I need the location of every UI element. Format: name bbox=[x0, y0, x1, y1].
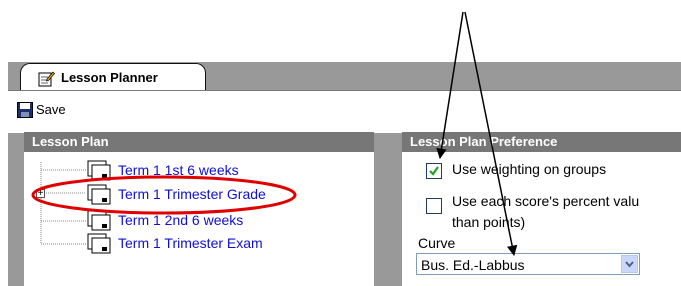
tree-item-term1-2nd-6-weeks[interactable]: Term 1 2nd 6 weeks bbox=[24, 210, 344, 231]
lesson-plan-preference-panel: Lesson Plan Preference Use weighting on … bbox=[402, 132, 681, 286]
document-stack-icon bbox=[87, 233, 111, 254]
save-label: Save bbox=[36, 102, 66, 117]
tree-item-term1-trimester-grade[interactable]: + Term 1 Trimester Grade bbox=[24, 184, 344, 205]
use-weighting-label: Use weighting on groups bbox=[452, 161, 607, 177]
use-weighting-checkbox[interactable] bbox=[426, 163, 442, 179]
lesson-plan-header: Lesson Plan bbox=[24, 132, 374, 152]
curve-select-value: Bus. Ed.-Labbus bbox=[421, 257, 525, 273]
floppy-disk-icon bbox=[17, 102, 33, 118]
tab-lesson-planner[interactable]: Lesson Planner bbox=[20, 63, 206, 91]
document-stack-icon bbox=[87, 160, 111, 181]
chevron-down-icon bbox=[625, 261, 634, 268]
preference-header: Lesson Plan Preference bbox=[402, 132, 681, 152]
tree-item-term1-1st-6-weeks[interactable]: Term 1 1st 6 weeks bbox=[24, 160, 344, 181]
toolbar: Save bbox=[8, 90, 681, 133]
use-percent-label-line1: Use each score's percent valu bbox=[452, 193, 640, 209]
lesson-plan-panel: Lesson Plan Term 1 1st 6 weeks + Term 1 … bbox=[24, 132, 374, 286]
tree-item-label: Term 1 2nd 6 weeks bbox=[118, 212, 244, 228]
tree-item-label: Term 1 1st 6 weeks bbox=[118, 162, 239, 178]
checkmark-icon bbox=[429, 166, 439, 176]
tab-label: Lesson Planner bbox=[61, 70, 158, 85]
tree-item-label: Term 1 Trimester Grade bbox=[118, 186, 266, 202]
expand-plus-icon[interactable]: + bbox=[36, 189, 45, 199]
use-percent-label-line2: than points) bbox=[452, 214, 526, 230]
document-stack-icon bbox=[87, 184, 111, 205]
tree-item-label: Term 1 Trimester Exam bbox=[118, 235, 263, 251]
curve-label: Curve bbox=[418, 235, 456, 251]
notepad-pencil-icon bbox=[38, 71, 55, 87]
use-percent-checkbox[interactable] bbox=[426, 198, 442, 214]
dropdown-arrow-button[interactable] bbox=[621, 255, 638, 273]
tree-item-term1-trimester-exam[interactable]: Term 1 Trimester Exam bbox=[24, 233, 344, 254]
document-stack-icon bbox=[87, 210, 111, 231]
curve-select[interactable]: Bus. Ed.-Labbus bbox=[416, 253, 640, 275]
